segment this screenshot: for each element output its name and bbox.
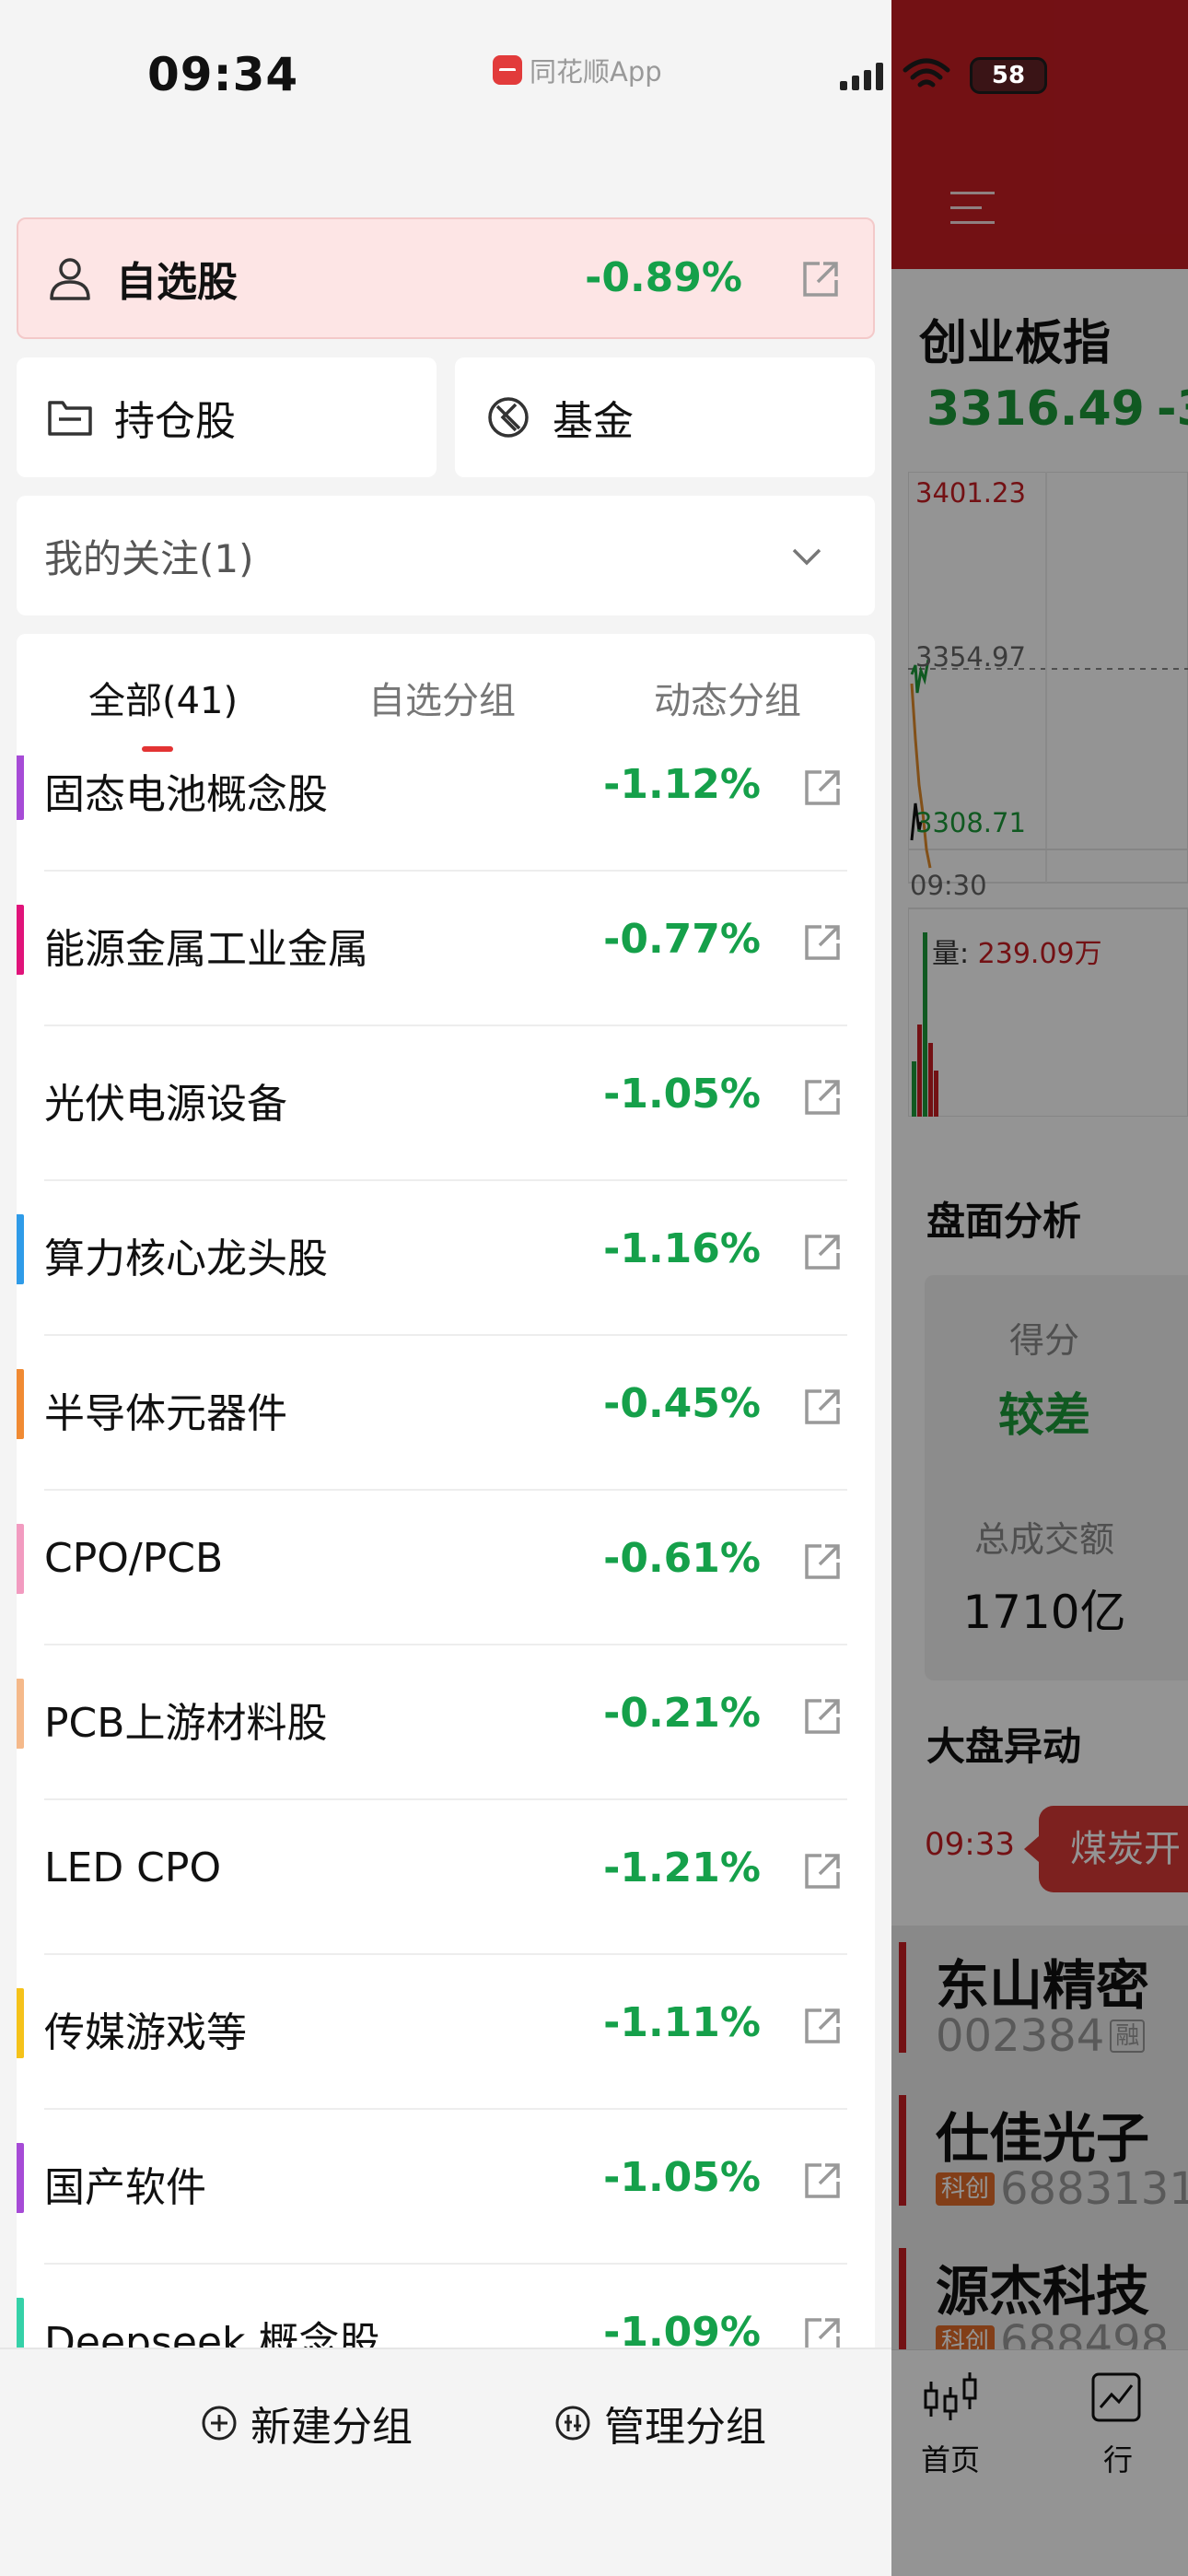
external-link-icon[interactable] [801, 1540, 844, 1583]
external-link-icon[interactable] [801, 1386, 844, 1428]
group-change: -0.45% [603, 1380, 761, 1427]
group-row[interactable]: 传媒游戏等 -1.11% [17, 1955, 875, 2110]
bottom-action-bar: 新建分组 管理分组 [0, 2348, 891, 2576]
holdings-label: 持仓股 [114, 398, 236, 445]
tab-custom-groups[interactable]: 自选分组 [368, 671, 516, 724]
app-logo-icon [493, 55, 522, 85]
group-change: -1.12% [603, 761, 761, 808]
group-list: 固态电池概念股 -1.12% 能源金属工业金属 -0.77% 光伏电源设备 -1.05% 算… [17, 717, 875, 2348]
group-accent-bar [17, 1679, 24, 1749]
group-accent-bar [17, 2143, 24, 2213]
external-link-icon[interactable] [801, 767, 844, 809]
tab-active-indicator [142, 746, 173, 752]
group-name: 光伏电源设备 [44, 1081, 287, 1128]
group-name: 国产软件 [44, 2164, 206, 2211]
group-row[interactable]: CPO/PCB -0.61% [17, 1491, 875, 1645]
watchlist-change: -0.89% [585, 254, 742, 301]
group-change: -0.77% [603, 916, 761, 963]
watchlist-drawer: 09:34 同花顺App 自选股 -0.89% 持仓股 基金 我的关注(1) 全… [0, 0, 891, 2576]
group-tabs: 全部(41) 自选分组 动态分组 [17, 634, 875, 755]
group-row[interactable]: 算力核心龙头股 -1.16% [17, 1181, 875, 1336]
group-accent-bar [17, 1214, 24, 1284]
group-name: 算力核心龙头股 [44, 1235, 328, 1282]
external-link-icon[interactable] [801, 2314, 844, 2348]
tab-all[interactable]: 全部(41) [88, 671, 238, 724]
status-icons: 58 [840, 57, 1047, 94]
group-name: 固态电池概念股 [44, 771, 328, 818]
manage-group-button[interactable]: 管理分组 [554, 2394, 766, 2453]
battery-icon: 58 [970, 57, 1047, 94]
group-change: -1.05% [603, 2154, 761, 2201]
fund-icon [488, 397, 529, 438]
group-name: 传媒游戏等 [44, 2009, 247, 2056]
group-accent-bar [17, 750, 24, 820]
manage-circle-icon [555, 2406, 590, 2441]
new-group-button[interactable]: 新建分组 [201, 2394, 413, 2453]
watchlist-label: 自选股 [116, 259, 238, 306]
group-change: -0.21% [603, 1690, 761, 1737]
fund-card[interactable]: 基金 [455, 357, 875, 477]
dim-overlay[interactable] [891, 0, 1188, 2576]
group-change: -0.61% [603, 1535, 761, 1582]
group-change: -1.11% [603, 1999, 761, 2046]
watchlist-header[interactable]: 自选股 -0.89% [17, 217, 875, 339]
group-row[interactable]: LED CPO -1.21% [17, 1800, 875, 1955]
group-row[interactable]: 国产软件 -1.05% [17, 2110, 875, 2265]
group-accent-bar [17, 2298, 24, 2348]
group-name: LED CPO [44, 1844, 222, 1891]
tab-dynamic-groups[interactable]: 动态分组 [654, 671, 801, 724]
group-name: CPO/PCB [44, 1535, 224, 1582]
fund-label: 基金 [553, 398, 634, 445]
folder-icon [48, 401, 92, 436]
group-name: 半导体元器件 [44, 1390, 287, 1437]
group-row[interactable]: Deepseek 概念股 -1.09% [17, 2265, 875, 2348]
plus-circle-icon [202, 2406, 237, 2441]
group-name: PCB上游材料股 [44, 1700, 328, 1747]
external-link-icon[interactable] [799, 258, 842, 300]
group-accent-bar [17, 1369, 24, 1439]
external-link-icon[interactable] [801, 1076, 844, 1118]
group-accent-bar [17, 905, 24, 975]
group-change: -1.09% [603, 2309, 761, 2348]
external-link-icon[interactable] [801, 1850, 844, 1892]
follow-label: 我的关注(1) [44, 535, 254, 581]
group-accent-bar [17, 1524, 24, 1594]
background-app: 创业板指 3316.49 -3 3401.23 3354.97 3308.71 … [891, 0, 1188, 2576]
new-group-label: 新建分组 [250, 2404, 413, 2451]
group-row[interactable]: 能源金属工业金属 -0.77% [17, 872, 875, 1026]
external-link-icon[interactable] [801, 1695, 844, 1738]
status-app-label: 同花顺App [530, 56, 662, 88]
holdings-card[interactable]: 持仓股 [17, 357, 437, 477]
status-time: 09:34 [147, 48, 299, 101]
cellular-signal-icon [840, 61, 883, 90]
external-link-icon[interactable] [801, 2005, 844, 2047]
group-change: -1.05% [603, 1071, 761, 1118]
group-list-card: 全部(41) 自选分组 动态分组 固态电池概念股 -1.12% 能源金属工业金属 -0… [17, 634, 875, 2348]
group-name: Deepseek 概念股 [44, 2319, 380, 2348]
group-change: -1.16% [603, 1225, 761, 1272]
external-link-icon[interactable] [801, 1231, 844, 1273]
status-app-indicator: 同花顺App [493, 52, 662, 88]
group-row[interactable]: PCB上游材料股 -0.21% [17, 1645, 875, 1800]
wifi-icon [903, 58, 950, 88]
group-row[interactable]: 半导体元器件 -0.45% [17, 1336, 875, 1491]
manage-group-label: 管理分组 [604, 2404, 766, 2451]
external-link-icon[interactable] [801, 2160, 844, 2202]
chevron-down-icon [792, 548, 821, 566]
user-icon [50, 258, 90, 300]
group-change: -1.21% [603, 1844, 761, 1891]
group-row[interactable]: 光伏电源设备 -1.05% [17, 1026, 875, 1181]
external-link-icon[interactable] [801, 921, 844, 964]
follow-dropdown[interactable]: 我的关注(1) [17, 496, 875, 615]
group-accent-bar [17, 1988, 24, 2058]
group-name: 能源金属工业金属 [44, 926, 368, 973]
